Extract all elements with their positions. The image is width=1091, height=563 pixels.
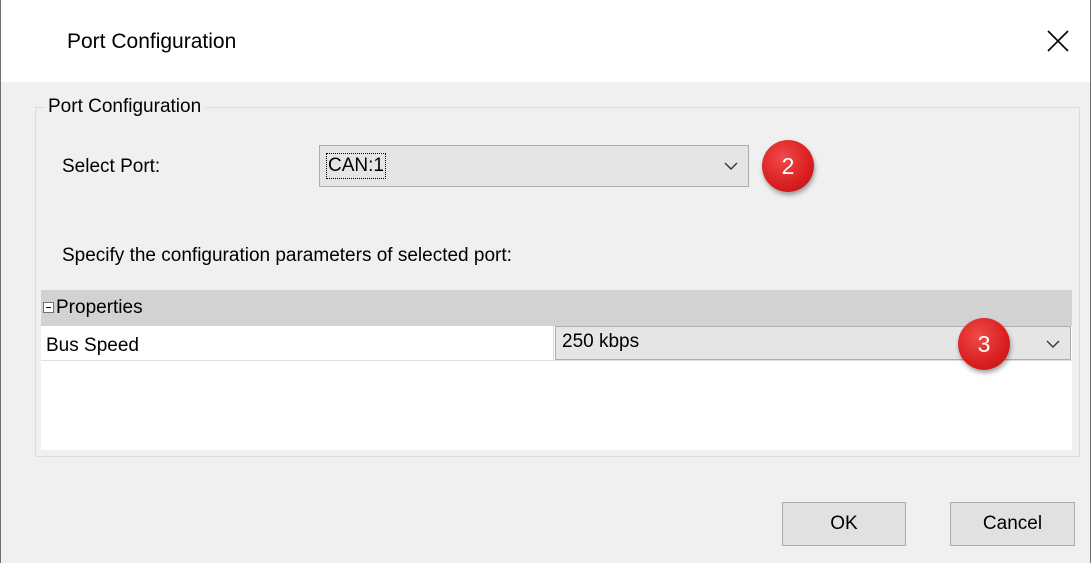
group-legend: Port Configuration [44, 95, 206, 119]
select-port-value: CAN:1 [326, 153, 386, 179]
bus-speed-value: 250 kbps [562, 331, 640, 352]
property-grid: Properties Bus Speed 250 kbps [41, 290, 1072, 450]
column-divider [553, 326, 554, 360]
collapse-icon[interactable] [43, 302, 54, 313]
select-port-label: Select Port: [62, 156, 161, 177]
port-configuration-dialog: Port Configuration Port Configuration Se… [0, 0, 1091, 563]
step-badge-3: 3 [958, 318, 1010, 370]
properties-category: Properties [41, 290, 1072, 326]
chevron-down-icon [1046, 340, 1060, 348]
cancel-button[interactable]: Cancel [950, 502, 1075, 546]
ok-button[interactable]: OK [782, 502, 906, 546]
title-bar: Port Configuration [1, 0, 1090, 82]
instruction-text: Specify the configuration parameters of … [62, 245, 512, 266]
window-title: Port Configuration [67, 30, 237, 53]
step-badge-2: 2 [762, 140, 814, 192]
close-button[interactable] [1026, 0, 1090, 82]
bus-speed-dropdown-button[interactable] [1036, 327, 1070, 359]
property-row-bus-speed: Bus Speed 250 kbps [41, 326, 1072, 361]
close-icon [1047, 30, 1069, 52]
select-port-combobox[interactable]: CAN:1 [319, 145, 749, 187]
select-port-dropdown-button[interactable] [714, 146, 748, 186]
properties-category-label: Properties [56, 297, 143, 318]
bus-speed-label: Bus Speed [46, 335, 139, 356]
chevron-down-icon [724, 162, 738, 170]
